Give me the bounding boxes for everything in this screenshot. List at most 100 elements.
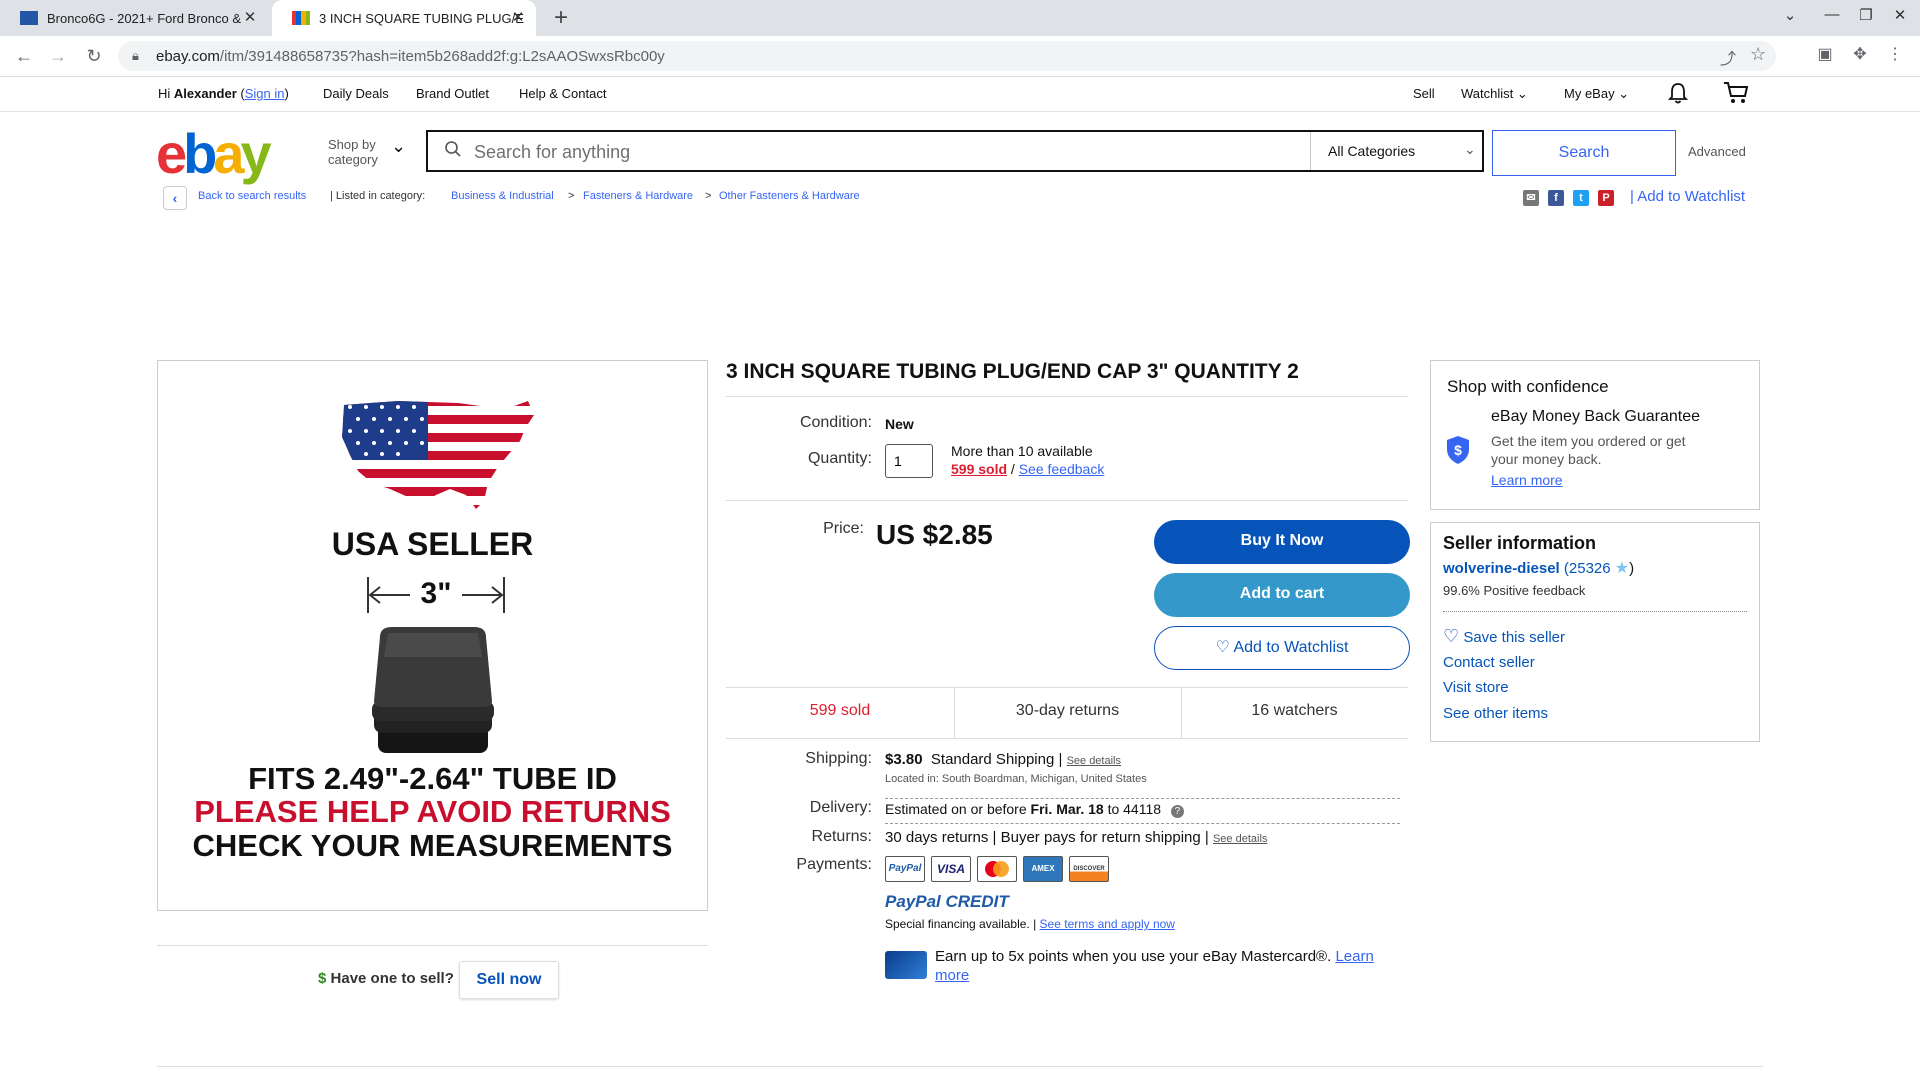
forward-icon[interactable]: →: [46, 44, 70, 68]
address-bar[interactable]: 🔒︎ ebay.com/itm/391488658735?hash=item5b…: [118, 41, 1776, 71]
guarantee-line: your money back.: [1491, 451, 1602, 467]
save-seller-link[interactable]: ♡ Save this seller: [1443, 626, 1565, 647]
reload-icon[interactable]: ↻: [82, 44, 106, 68]
shield-icon: $: [1445, 435, 1471, 470]
learn-more-link[interactable]: Learn more: [1491, 472, 1563, 488]
price-value: US $2.85: [876, 519, 993, 550]
visit-store-link[interactable]: Visit store: [1443, 679, 1509, 696]
puzzle-extensions-icon[interactable]: ✥: [1849, 44, 1871, 66]
new-tab-button[interactable]: +: [548, 5, 574, 31]
browser-tab-ebay[interactable]: 3 INCH SQUARE TUBING PLUG/E ✕: [272, 0, 536, 36]
sold-link[interactable]: 599 sold: [951, 461, 1007, 477]
add-to-watchlist-link[interactable]: | Add to Watchlist: [1630, 188, 1745, 205]
close-tab-icon[interactable]: ✕: [508, 8, 528, 28]
mastercard-icon: [977, 856, 1017, 882]
paypal-credit-logo: PayPal CREDIT: [885, 892, 1009, 911]
add-to-watchlist-button[interactable]: ♡ Add to Watchlist: [1154, 626, 1410, 670]
svg-text:$: $: [1454, 442, 1462, 458]
divider: [726, 738, 1408, 739]
product-image[interactable]: USA SELLER 3" FITS 2.49"-2.64" TUBE ID P…: [157, 360, 708, 911]
star-icon: ★: [1614, 560, 1630, 577]
back-to-search-link[interactable]: Back to search results: [198, 190, 306, 202]
facebook-share-icon[interactable]: f: [1548, 190, 1564, 206]
my-ebay-menu[interactable]: My eBay ⌄: [1564, 86, 1629, 102]
watchlist-menu[interactable]: Watchlist ⌄: [1461, 86, 1528, 102]
divider: [1443, 611, 1747, 612]
usa-seller-text: USA SELLER: [331, 526, 534, 562]
browser-tab-bronco[interactable]: Bronco6G - 2021+ Ford Bronco & ✕: [0, 0, 268, 36]
pinterest-share-icon[interactable]: P: [1598, 190, 1614, 206]
sign-in-link[interactable]: Sign in: [245, 86, 285, 101]
terms-apply-link[interactable]: See terms and apply now: [1040, 917, 1175, 931]
back-arrow-icon[interactable]: ‹: [163, 186, 187, 210]
add-to-cart-button[interactable]: Add to cart: [1154, 573, 1410, 617]
usa-flag-map-image: [342, 401, 534, 509]
browser-tab-strip: Bronco6G - 2021+ Ford Bronco & ✕ 3 INCH …: [0, 0, 1920, 36]
bronco-favicon-icon: [20, 11, 38, 25]
bookmark-star-icon[interactable]: ☆: [1750, 44, 1766, 65]
breadcrumb-item[interactable]: Other Fasteners & Hardware: [719, 190, 860, 202]
search-bar: All Categories⌄: [426, 130, 1484, 172]
buy-it-now-button[interactable]: Buy It Now: [1154, 520, 1410, 564]
close-tab-icon[interactable]: ✕: [240, 8, 260, 28]
close-window-icon[interactable]: ✕: [1888, 6, 1912, 24]
ebay-favicon-icon: [292, 11, 310, 25]
restore-icon[interactable]: ❐: [1854, 6, 1878, 24]
returns-details-link[interactable]: See details: [1213, 833, 1267, 845]
listed-in-label: | Listed in category:: [330, 190, 426, 202]
lock-icon: 🔒︎: [132, 48, 139, 63]
see-feedback-link[interactable]: See feedback: [1019, 461, 1105, 477]
share-icon[interactable]: ⤴: [1720, 45, 1736, 69]
shop-by-category-button[interactable]: Shop by category ⌄: [328, 137, 406, 167]
divider: [157, 1066, 1763, 1067]
help-contact-link[interactable]: Help & Contact: [519, 86, 606, 101]
seller-name-link[interactable]: wolverine-diesel: [1443, 560, 1560, 577]
condition-label: Condition:: [799, 414, 872, 431]
sell-link[interactable]: Sell: [1413, 86, 1435, 101]
dollar-sign-icon: $: [318, 970, 327, 987]
availability-text: More than 10 available: [951, 443, 1093, 459]
tab-title: 3 INCH SQUARE TUBING PLUG/E: [319, 10, 524, 26]
quantity-label: Quantity:: [807, 450, 872, 467]
back-icon[interactable]: ←: [12, 44, 36, 68]
email-share-icon[interactable]: ✉: [1523, 190, 1539, 206]
extension-icon[interactable]: ▣: [1814, 44, 1836, 66]
notification-bell-icon[interactable]: [1667, 82, 1689, 107]
help-question-icon[interactable]: ?: [1170, 805, 1184, 818]
search-input[interactable]: [472, 140, 1276, 164]
sell-now-button[interactable]: Sell now: [459, 961, 559, 999]
shipping-details-link[interactable]: See details: [1067, 755, 1121, 767]
tab-search-icon[interactable]: ⌄: [1778, 6, 1802, 24]
divider: [1310, 132, 1311, 170]
discover-icon: DISCOVER: [1069, 856, 1109, 882]
guarantee-line: Get the item you ordered or get: [1491, 433, 1686, 449]
payments-label: Payments:: [796, 856, 872, 873]
returns-value: 30 days returns | Buyer pays for return …: [885, 829, 1268, 846]
breadcrumb-item[interactable]: Business & Industrial: [451, 190, 554, 202]
twitter-share-icon[interactable]: t: [1573, 190, 1589, 206]
quantity-input[interactable]: [885, 444, 933, 478]
contact-seller-link[interactable]: Contact seller: [1443, 654, 1535, 671]
category-select[interactable]: All Categories ⌄: [1328, 141, 1476, 159]
browser-menu-icon[interactable]: ⋮: [1884, 44, 1906, 66]
minimize-icon[interactable]: —: [1820, 6, 1844, 23]
condition-value: New: [885, 416, 914, 432]
chevron-down-icon: ⌄: [1516, 86, 1528, 101]
see-other-items-link[interactable]: See other items: [1443, 705, 1548, 722]
returns-stat: 30-day returns: [1015, 702, 1120, 719]
brand-outlet-link[interactable]: Brand Outlet: [416, 86, 489, 101]
chevron-down-icon: ⌄: [391, 136, 407, 156]
confidence-heading: Shop with confidence: [1447, 377, 1609, 396]
ebay-logo[interactable]: ebay: [156, 126, 272, 182]
search-button[interactable]: Search: [1492, 130, 1676, 176]
financing-text: Special financing available. | See terms…: [885, 917, 1175, 931]
search-icon: [444, 140, 462, 163]
delivery-value: Estimated on or before Fri. Mar. 18 to 4…: [885, 801, 1184, 818]
daily-deals-link[interactable]: Daily Deals: [323, 86, 389, 101]
positive-feedback: 99.6% Positive feedback: [1443, 583, 1586, 598]
seller-name-row: wolverine-diesel (25326 ★): [1443, 560, 1635, 577]
breadcrumb-item[interactable]: Fasteners & Hardware: [583, 190, 693, 202]
seller-score-link[interactable]: 25326: [1569, 560, 1611, 577]
advanced-search-link[interactable]: Advanced: [1688, 144, 1746, 159]
cart-icon[interactable]: [1723, 81, 1749, 108]
